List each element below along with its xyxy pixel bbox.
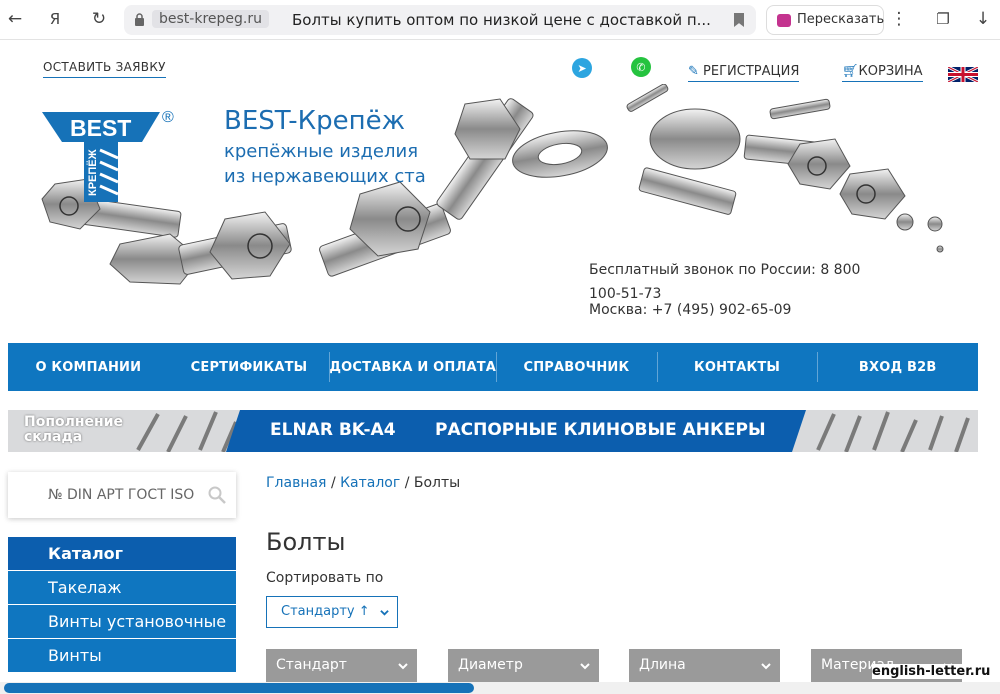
banner-restock-label: Пополнение склада bbox=[24, 414, 124, 445]
filter-standard[interactable]: Стандарт bbox=[266, 649, 417, 682]
watermark: english-letter.ru bbox=[872, 664, 991, 679]
anchor-bolts-image bbox=[136, 411, 238, 452]
cart-icon: 🛒︎ bbox=[842, 64, 859, 79]
sidebar-item-rigging[interactable]: Такелаж bbox=[8, 571, 236, 605]
download-icon[interactable]: ↓ bbox=[972, 8, 994, 30]
nav-about[interactable]: О КОМПАНИИ bbox=[8, 343, 169, 391]
sort-label: Сортировать по bbox=[266, 570, 384, 586]
collections-icon[interactable]: ❐ bbox=[932, 8, 954, 30]
scrollbar-thumb[interactable] bbox=[4, 683, 474, 693]
sort-select[interactable]: Стандарту ↑ bbox=[266, 596, 398, 628]
breadcrumb: Главная / Каталог / Болты bbox=[266, 475, 460, 491]
anchor-bolts-image-right bbox=[816, 411, 970, 452]
filter-diameter[interactable]: Диаметр bbox=[448, 649, 599, 682]
brand-name: BEST-Крепёж bbox=[224, 106, 406, 136]
breadcrumb-separator: / bbox=[330, 475, 336, 491]
address-domain: best-krepeg.ru bbox=[152, 10, 269, 28]
nav-b2b-login[interactable]: ВХОД B2B bbox=[817, 343, 978, 391]
tagline-1: крепёжные изделия bbox=[224, 141, 419, 162]
promo-banner[interactable]: Пополнение склада ELNAR BK-A4 РАСПОРНЫЕ К… bbox=[8, 410, 978, 452]
sidebar-item-screws[interactable]: Винты bbox=[8, 639, 236, 673]
chevron-down-icon bbox=[398, 663, 408, 670]
breadcrumb-current: Болты bbox=[413, 475, 461, 491]
yandex-icon[interactable]: Я bbox=[44, 8, 66, 30]
logo-text: BEST bbox=[70, 115, 131, 141]
leave-request-link[interactable]: ОСТАВИТЬ ЗАЯВКУ bbox=[43, 60, 166, 78]
nav-reference[interactable]: СПРАВОЧНИК bbox=[496, 343, 657, 391]
search-input[interactable] bbox=[8, 472, 236, 518]
main-nav: О КОМПАНИИ СЕРТИФИКАТЫ ДОСТАВКА И ОПЛАТА… bbox=[8, 343, 978, 391]
nav-delivery[interactable]: ДОСТАВКА И ОПЛАТА bbox=[329, 343, 496, 391]
sidebar-item-catalog[interactable]: Каталог bbox=[8, 537, 236, 571]
retell-icon bbox=[777, 14, 791, 27]
filter-label: Длина bbox=[639, 657, 686, 673]
telegram-icon[interactable]: ➤ bbox=[572, 58, 592, 78]
filter-label: Диаметр bbox=[458, 657, 523, 673]
uk-flag-icon[interactable] bbox=[948, 67, 978, 82]
menu-dots-icon[interactable]: ⋮ bbox=[888, 8, 910, 30]
sort-direction: ↑ bbox=[358, 604, 370, 619]
address-bar[interactable]: best-krepeg.ru Болты купить оптом по низ… bbox=[124, 5, 756, 35]
retell-button[interactable]: Пересказать bbox=[766, 5, 884, 35]
back-icon[interactable]: ← bbox=[4, 8, 26, 30]
banner-product: ELNAR BK-A4 bbox=[270, 420, 396, 440]
bookmark-icon[interactable] bbox=[734, 13, 744, 27]
logo-sub: КРЕПЁЖ bbox=[86, 149, 99, 196]
retell-label: Пересказать bbox=[797, 12, 885, 27]
logo[interactable]: BEST КРЕПЁЖ ® bbox=[42, 106, 182, 216]
page-title: Болты bbox=[266, 528, 346, 556]
search-icon[interactable] bbox=[208, 486, 226, 504]
browser-toolbar: ← Я ↻ best-krepeg.ru Болты купить оптом … bbox=[0, 0, 1000, 40]
phone-free[interactable]: Бесплатный звонок по России: 8 800 100-5… bbox=[589, 258, 889, 306]
tab-title: Болты купить оптом по низкой цене с дост… bbox=[292, 11, 711, 29]
catalog-sidebar: Каталог Такелаж Винты установочные Винты bbox=[8, 537, 236, 673]
whatsapp-icon[interactable]: ✆ bbox=[631, 57, 651, 77]
breadcrumb-home[interactable]: Главная bbox=[266, 475, 326, 491]
horizontal-scrollbar[interactable] bbox=[0, 682, 1000, 694]
phone-moscow[interactable]: Москва: +7 (495) 902-65-09 bbox=[589, 302, 791, 318]
sidebar-item-set-screws[interactable]: Винты установочные bbox=[8, 605, 236, 639]
register-label: РЕГИСТРАЦИЯ bbox=[703, 64, 800, 79]
cart-label: КОРЗИНА bbox=[858, 64, 923, 79]
chevron-down-icon bbox=[380, 610, 389, 616]
breadcrumb-separator: / bbox=[404, 475, 410, 491]
nav-certificates[interactable]: СЕРТИФИКАТЫ bbox=[169, 343, 330, 391]
banner-headline-box: ELNAR BK-A4 РАСПОРНЫЕ КЛИНОВЫЕ АНКЕРЫ bbox=[226, 410, 806, 452]
cart-link[interactable]: 🛒︎КОРЗИНА bbox=[842, 64, 923, 82]
tagline-2: из нержавеющих ста bbox=[224, 166, 426, 187]
nav-contacts[interactable]: КОНТАКТЫ bbox=[656, 343, 818, 391]
breadcrumb-catalog[interactable]: Каталог bbox=[340, 475, 400, 491]
sort-value: Стандарту bbox=[281, 604, 355, 619]
filter-label: Стандарт bbox=[276, 657, 347, 673]
register-link[interactable]: ✎ РЕГИСТРАЦИЯ bbox=[688, 64, 800, 82]
lock-icon bbox=[135, 13, 144, 26]
chevron-down-icon bbox=[580, 663, 590, 670]
edit-icon: ✎ bbox=[688, 64, 699, 79]
search-box bbox=[8, 472, 236, 518]
reload-icon[interactable]: ↻ bbox=[88, 8, 110, 30]
filter-length[interactable]: Длина bbox=[629, 649, 780, 682]
chevron-down-icon bbox=[761, 663, 771, 670]
banner-headline: РАСПОРНЫЕ КЛИНОВЫЕ АНКЕРЫ bbox=[435, 420, 766, 440]
logo-registered: ® bbox=[162, 109, 174, 126]
